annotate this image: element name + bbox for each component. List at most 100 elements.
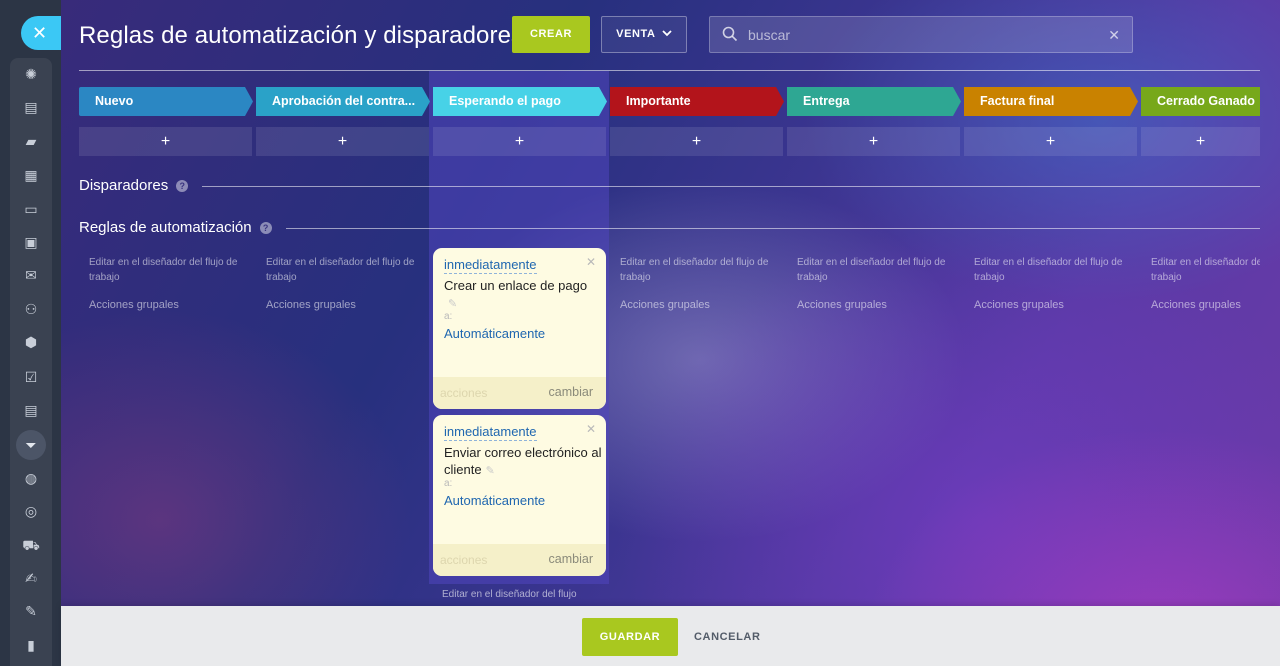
- app-sidebar: ✕ ✺ ▤ ▰ ▦ ▭ ▣ ✉ ⚇ ⬢ ☑ ▤ ⏷ ◍ ◎ ⛟ ✍ ✎ ▮: [0, 0, 61, 666]
- rule-timing-link[interactable]: inmediatamente: [444, 257, 537, 274]
- stage-label: Esperando el pago: [449, 94, 561, 108]
- rule-action-text: Crear un enlace de pago: [444, 278, 588, 293]
- add-trigger-button[interactable]: +: [79, 127, 252, 156]
- stage-header[interactable]: Entrega: [787, 87, 961, 116]
- responsible-label: a:: [444, 311, 453, 322]
- funnel-icon[interactable]: ⏷: [16, 430, 46, 460]
- rule-action: Crear un enlace de pago ✎: [444, 277, 602, 313]
- rule-action: Enviar correo electrónico al cliente ✎: [444, 444, 602, 480]
- search-icon: [722, 26, 738, 42]
- search-input[interactable]: [748, 17, 1088, 52]
- stage-label: Entrega: [803, 94, 850, 108]
- stage-label: Factura final: [980, 94, 1055, 108]
- actions-link[interactable]: acciones: [440, 553, 487, 567]
- section-divider: [202, 186, 1260, 187]
- responsible-link[interactable]: Automáticamente: [444, 493, 545, 508]
- stage-header[interactable]: Esperando el pago: [433, 87, 607, 116]
- contact-card-icon[interactable]: ▤: [21, 400, 41, 420]
- group-actions-link[interactable]: Acciones grupales: [266, 298, 426, 313]
- stage-label: Importante: [626, 94, 691, 108]
- search-box[interactable]: ✕: [709, 16, 1133, 53]
- chevron-down-icon: [662, 17, 672, 52]
- group-actions-link[interactable]: Acciones grupales: [797, 298, 957, 313]
- forms-icon[interactable]: ✎: [21, 601, 41, 621]
- document-icon[interactable]: ▣: [21, 232, 41, 252]
- stage-header[interactable]: Aprobación del contra...: [256, 87, 430, 116]
- responsible-label: a:: [444, 478, 453, 489]
- clear-search-icon[interactable]: ✕: [1108, 26, 1120, 44]
- reports-icon[interactable]: ▮: [21, 635, 41, 655]
- help-icon[interactable]: ?: [176, 180, 189, 192]
- contacts-icon[interactable]: ⚇: [21, 299, 41, 319]
- add-trigger-button[interactable]: +: [433, 127, 606, 156]
- edit-in-designer-link[interactable]: Editar en el diseñador del flujo de trab…: [797, 257, 945, 283]
- column-note: Editar en el diseñador del flujo de trab…: [1151, 255, 1260, 313]
- edit-in-designer-link[interactable]: Editar en el diseñador del flujo: [442, 589, 577, 600]
- column-note: Editar en el diseñador del flujo de trab…: [797, 255, 957, 313]
- shop-icon[interactable]: ⛟: [21, 535, 41, 555]
- pipeline-selector[interactable]: VENTA: [601, 16, 687, 53]
- responsible-link[interactable]: Automáticamente: [444, 326, 545, 341]
- rule-timing-link[interactable]: inmediatamente: [444, 424, 537, 441]
- close-icon[interactable]: ✕: [586, 255, 596, 269]
- stage-label: Aprobación del contra...: [272, 94, 416, 108]
- add-trigger-button[interactable]: +: [610, 127, 783, 156]
- calendar-icon[interactable]: ▦: [21, 165, 41, 185]
- footer-bar: GUARDAR CANCELAR: [61, 606, 1280, 666]
- save-button[interactable]: GUARDAR: [582, 618, 678, 656]
- drive-icon[interactable]: ▭: [21, 199, 41, 219]
- column-note: Editar en el diseñador del flujo de trab…: [974, 255, 1134, 313]
- crm-icon[interactable]: ⬢: [21, 332, 41, 352]
- stage-header[interactable]: Nuevo: [79, 87, 253, 116]
- mail-icon[interactable]: ✉: [21, 265, 41, 285]
- add-trigger-button[interactable]: +: [787, 127, 960, 156]
- change-link[interactable]: cambiar: [549, 385, 593, 399]
- group-actions-link[interactable]: Acciones grupales: [620, 298, 780, 313]
- triggers-section-title: Disparadores?: [79, 177, 189, 194]
- target-icon[interactable]: ◎: [21, 501, 41, 521]
- robot-icon[interactable]: ◍: [21, 468, 41, 488]
- actions-link[interactable]: acciones: [440, 386, 487, 400]
- column-note: Editar en el diseñador del flujo de trab…: [620, 255, 780, 313]
- feed-icon[interactable]: ▤: [21, 97, 41, 117]
- column-note: Editar en el diseñador del flujo de trab…: [266, 255, 426, 313]
- add-trigger-button[interactable]: +: [964, 127, 1137, 156]
- add-trigger-button[interactable]: +: [1141, 127, 1260, 156]
- pulse-icon[interactable]: ✺: [21, 64, 41, 84]
- group-actions-link[interactable]: Acciones grupales: [974, 298, 1134, 313]
- close-icon[interactable]: ✕: [586, 422, 596, 436]
- rule-card-footer: acciones cambiar: [433, 377, 606, 409]
- change-link[interactable]: cambiar: [549, 552, 593, 566]
- stage-header[interactable]: Importante: [610, 87, 784, 116]
- tasks-icon[interactable]: ☑: [21, 367, 41, 387]
- pencil-icon[interactable]: ✎: [486, 463, 495, 480]
- section-label: Reglas de automatización: [79, 219, 252, 236]
- rule-card-footer: acciones cambiar: [433, 544, 606, 576]
- rule-action-text: Enviar correo electrónico al cliente: [444, 445, 602, 477]
- pipeline-label: VENTA: [616, 28, 656, 40]
- chat-icon[interactable]: ▰: [21, 131, 41, 151]
- edit-in-designer-link[interactable]: Editar en el diseñador del flujo de trab…: [89, 257, 237, 283]
- section-divider: [286, 228, 1260, 229]
- group-actions-link[interactable]: Acciones grupales: [89, 298, 249, 313]
- close-icon: ✕: [31, 23, 48, 43]
- edit-in-designer-link[interactable]: Editar en el diseñador del flujo de trab…: [620, 257, 768, 283]
- edit-in-designer-link[interactable]: Editar en el diseñador del flujo de trab…: [1151, 255, 1260, 285]
- add-trigger-button[interactable]: +: [256, 127, 429, 156]
- header-divider: [79, 70, 1260, 71]
- page-title: Reglas de automatización y disparadores: [79, 22, 524, 49]
- help-icon[interactable]: ?: [259, 222, 272, 234]
- edit-in-designer-link[interactable]: Editar en el diseñador del flujo de trab…: [974, 257, 1122, 283]
- cancel-button[interactable]: CANCELAR: [694, 618, 761, 656]
- signature-icon[interactable]: ✍: [21, 568, 41, 588]
- stage-header[interactable]: Cerrado Ganado: [1141, 87, 1260, 116]
- group-actions-link[interactable]: Acciones grupales: [1151, 298, 1260, 313]
- create-button[interactable]: CREAR: [512, 16, 590, 53]
- edit-in-designer-link[interactable]: Editar en el diseñador del flujo de trab…: [266, 257, 414, 283]
- automation-rule-card[interactable]: inmediatamente ✕ Crear un enlace de pago…: [433, 248, 606, 409]
- column-note: Editar en el diseñador del flujo de trab…: [89, 255, 249, 313]
- stage-header[interactable]: Factura final: [964, 87, 1138, 116]
- rules-section-title: Reglas de automatización?: [79, 219, 272, 236]
- automation-rule-card[interactable]: inmediatamente ✕ Enviar correo electróni…: [433, 415, 606, 576]
- close-slider-button[interactable]: ✕: [21, 16, 61, 50]
